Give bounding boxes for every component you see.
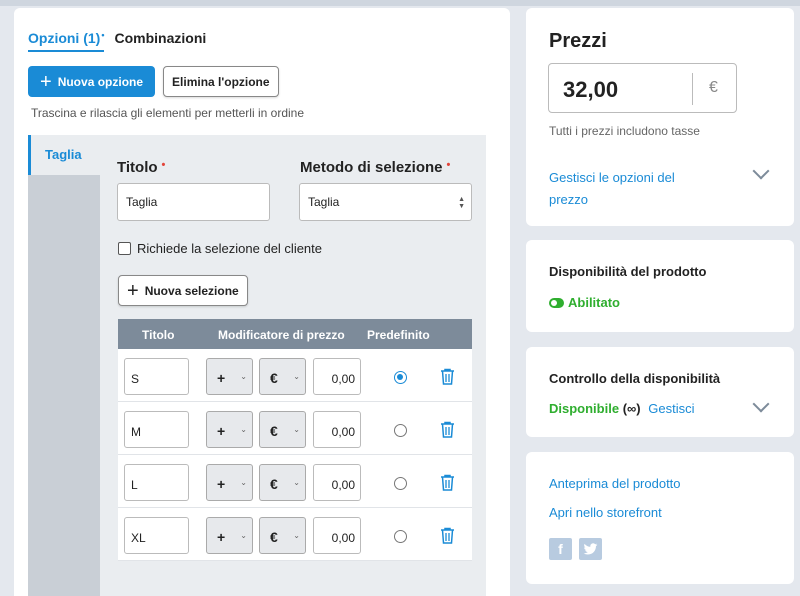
tax-note: Tutti i prezzi includono tasse xyxy=(549,124,700,138)
trash-icon[interactable] xyxy=(440,527,455,544)
sign-select[interactable]: + ⌄ xyxy=(206,411,253,448)
price-value: 32,00 xyxy=(563,77,619,102)
table-row: M + ⌄ € ⌄ 0,00 xyxy=(118,402,472,455)
manage-price-options-link[interactable]: Gestisci le opzioni del prezzo xyxy=(549,167,675,211)
new-option-button[interactable]: + Nuova opzione xyxy=(28,66,156,97)
manage-stock-link[interactable]: Gestisci xyxy=(648,401,694,416)
sign-select[interactable]: + ⌄ xyxy=(206,517,253,554)
requires-selection-label: Richiede la selezione del cliente xyxy=(137,241,323,256)
delete-option-button[interactable]: Elimina l'opzione xyxy=(163,66,279,97)
sign-select[interactable]: + ⌄ xyxy=(206,464,253,501)
options-tabs: Opzioni (1)• Combinazioni xyxy=(28,30,206,52)
title-label: Titolo • xyxy=(117,159,166,176)
selection-title-input[interactable]: L xyxy=(124,464,189,501)
facebook-icon[interactable]: f xyxy=(549,538,572,560)
chevron-down-icon: ⌄ xyxy=(293,425,300,434)
plus-icon: + xyxy=(127,279,139,302)
chevron-down-icon[interactable] xyxy=(752,395,770,413)
method-select[interactable]: Taglia ▲ ▼ xyxy=(299,183,472,221)
sign-select[interactable]: + ⌄ xyxy=(206,358,253,395)
price-modifier-input[interactable]: 0,00 xyxy=(313,464,361,501)
select-arrows-icon: ▲ ▼ xyxy=(458,196,465,210)
reorder-hint: Trascina e rilascia gli elementi per met… xyxy=(31,106,304,120)
method-label: Metodo di selezione • xyxy=(300,159,451,176)
default-radio[interactable] xyxy=(394,530,407,543)
chevron-down-icon: ⌄ xyxy=(240,478,247,487)
table-row: XL + ⌄ € ⌄ 0,00 xyxy=(118,508,472,561)
selection-title-input[interactable]: S xyxy=(124,358,189,395)
plus-icon: + xyxy=(40,70,52,93)
new-selection-button[interactable]: + Nuova selezione xyxy=(118,275,248,306)
selections-table: Titolo Modificatore di prezzo Predefinit… xyxy=(118,319,472,561)
chevron-down-icon: ⌄ xyxy=(240,372,247,381)
trash-icon[interactable] xyxy=(440,474,455,491)
chevron-down-icon: ⌄ xyxy=(240,531,247,540)
chevron-down-icon: ⌄ xyxy=(293,372,300,381)
column-header-price-modifier: Modificatore di prezzo xyxy=(218,328,345,342)
twitter-icon[interactable] xyxy=(579,538,602,560)
chevron-down-icon[interactable] xyxy=(752,162,770,180)
price-modifier-input[interactable]: 0,00 xyxy=(313,358,361,395)
tab-combinations[interactable]: Combinazioni xyxy=(114,30,206,52)
table-header: Titolo Modificatore di prezzo Predefinit… xyxy=(118,319,472,349)
chevron-down-icon: ⌄ xyxy=(293,478,300,487)
table-row: S + ⌄ € ⌄ 0,00 xyxy=(118,349,472,402)
option-actions: + Nuova opzione Elimina l'opzione xyxy=(28,66,279,97)
column-header-default: Predefinito xyxy=(367,328,430,342)
column-header-title: Titolo xyxy=(142,328,175,342)
prices-title: Prezzi xyxy=(549,30,607,52)
default-radio[interactable] xyxy=(394,371,407,384)
availability-toggle[interactable]: Abilitato xyxy=(549,294,620,312)
price-input[interactable]: 32,00 € xyxy=(548,63,737,113)
chevron-down-icon: ⌄ xyxy=(293,531,300,540)
stock-card: Controllo della disponibilità Disponibil… xyxy=(526,347,794,437)
default-radio[interactable] xyxy=(394,477,407,490)
availability-title: Disponibilità del prodotto xyxy=(549,264,707,279)
prices-card: Prezzi 32,00 € Tutti i prezzi includono … xyxy=(526,8,794,226)
price-divider xyxy=(692,73,693,105)
tab-options[interactable]: Opzioni (1)• xyxy=(28,30,105,52)
chevron-down-icon: ⌄ xyxy=(240,425,247,434)
currency-select[interactable]: € ⌄ xyxy=(259,358,306,395)
price-modifier-input[interactable]: 0,00 xyxy=(313,411,361,448)
currency-select[interactable]: € ⌄ xyxy=(259,411,306,448)
links-card: Anteprima del prodotto Apri nello storef… xyxy=(526,452,794,584)
stock-status: Disponibile (∞) Gestisci xyxy=(549,401,695,416)
euro-icon: € xyxy=(709,79,718,96)
default-radio[interactable] xyxy=(394,424,407,437)
requires-selection-checkbox[interactable] xyxy=(118,242,131,255)
table-row: L + ⌄ € ⌄ 0,00 xyxy=(118,455,472,508)
toggle-on-icon xyxy=(549,298,564,308)
trash-icon[interactable] xyxy=(440,421,455,438)
options-card: Opzioni (1)• Combinazioni + Nuova opzion… xyxy=(14,8,510,596)
trash-icon[interactable] xyxy=(440,368,455,385)
product-preview-link[interactable]: Anteprima del prodotto xyxy=(549,476,681,491)
selection-title-input[interactable]: XL xyxy=(124,517,189,554)
currency-select[interactable]: € ⌄ xyxy=(259,517,306,554)
title-field[interactable]: Taglia xyxy=(117,183,270,221)
requires-selection-row[interactable]: Richiede la selezione del cliente xyxy=(118,241,322,256)
option-list: Taglia xyxy=(28,135,100,596)
availability-card: Disponibilità del prodotto Abilitato xyxy=(526,240,794,332)
infinity-label: (∞) xyxy=(622,401,641,416)
stock-title: Controllo della disponibilità xyxy=(549,371,721,386)
open-storefront-link[interactable]: Apri nello storefront xyxy=(549,505,662,520)
option-list-item-taglia[interactable]: Taglia xyxy=(28,135,100,175)
currency-select[interactable]: € ⌄ xyxy=(259,464,306,501)
price-modifier-input[interactable]: 0,00 xyxy=(313,517,361,554)
selection-title-input[interactable]: M xyxy=(124,411,189,448)
top-bar xyxy=(0,0,800,6)
